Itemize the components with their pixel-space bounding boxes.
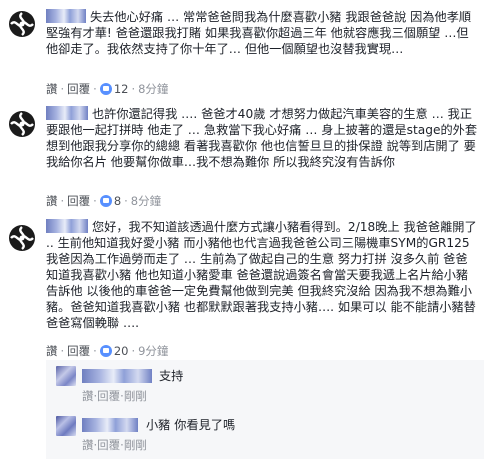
reply-thread: 支持 讚·回覆·剛剛 小豬 你看見了嗎 讚·回覆·剛剛 <box>46 360 484 459</box>
reply-avatar[interactable] <box>56 416 76 436</box>
reply-avatar[interactable] <box>56 366 76 386</box>
comment-body: 失去他心好痛 … 常常爸爸問我為什麼喜歡小豬 我跟爸爸說 因為他孝順堅強有才華!… <box>46 10 472 56</box>
avatar[interactable] <box>6 222 38 254</box>
like-link[interactable]: 讚 <box>82 389 94 403</box>
timestamp[interactable]: 8分鐘 <box>131 194 161 208</box>
comment-body: 也許你還記得我 …. 爸爸才40歲 才想努力做起汽車美容的生意 … 我正要跟他一… <box>46 107 478 169</box>
like-icon <box>99 195 112 207</box>
timestamp[interactable]: 剛剛 <box>124 438 147 452</box>
like-count[interactable]: 8 <box>114 194 121 208</box>
like-count[interactable]: 12 <box>114 82 129 96</box>
reply-text: 支持 <box>159 369 184 383</box>
like-link[interactable]: 讚 <box>46 194 58 208</box>
like-icon <box>99 83 112 95</box>
reply-text: 小豬 你看見了嗎 <box>146 418 236 432</box>
comment-text: 也許你還記得我 …. 爸爸才40歲 才想努力做起汽車美容的生意 … 我正要跟他一… <box>46 106 478 170</box>
like-link[interactable]: 讚 <box>46 344 58 358</box>
reply-actions: 讚·回覆·剛剛 <box>82 438 147 452</box>
like-count[interactable]: 20 <box>114 344 129 358</box>
swirl-logo-icon <box>6 222 38 254</box>
comment-actions: 讚 · 回覆 · 20 · 9分鐘 <box>46 344 169 358</box>
reply-author-name[interactable] <box>82 418 138 432</box>
reply-link[interactable]: 回覆 <box>67 344 90 358</box>
like-icon <box>99 345 112 357</box>
like-link[interactable]: 讚 <box>82 438 94 452</box>
comment-actions: 讚 · 回覆 · 12 · 8分鐘 <box>46 82 169 96</box>
reply-link[interactable]: 回覆 <box>97 438 120 452</box>
swirl-logo-icon <box>6 108 38 140</box>
reply-link[interactable]: 回覆 <box>67 82 90 96</box>
reply-author-name[interactable] <box>82 369 152 383</box>
reply-link[interactable]: 回覆 <box>67 194 90 208</box>
timestamp[interactable]: 剛剛 <box>124 389 147 403</box>
reply-actions: 讚·回覆·剛剛 <box>82 389 147 403</box>
avatar[interactable] <box>6 108 38 140</box>
reply-link[interactable]: 回覆 <box>97 389 120 403</box>
commenter-name[interactable] <box>46 106 88 120</box>
commenter-name[interactable] <box>46 219 88 233</box>
like-link[interactable]: 讚 <box>46 82 58 96</box>
comment-body: 您好，我不知道該透過什麼方式讓小豬看得到。2/18晚上 我爸爸離開了 .. 生前… <box>46 220 477 330</box>
comment-text: 您好，我不知道該透過什麼方式讓小豬看得到。2/18晚上 我爸爸離開了 .. 生前… <box>46 219 478 331</box>
comment-text: 失去他心好痛 … 常常爸爸問我為什麼喜歡小豬 我跟爸爸說 因為他孝順堅強有才華!… <box>46 9 478 57</box>
avatar[interactable] <box>6 8 38 40</box>
timestamp[interactable]: 9分鐘 <box>138 344 168 358</box>
comment: 也許你還記得我 …. 爸爸才40歲 才想努力做起汽車美容的生意 … 我正要跟他一… <box>0 100 484 212</box>
comment-actions: 讚 · 回覆 · 8 · 8分鐘 <box>46 194 162 208</box>
comment: 您好，我不知道該透過什麼方式讓小豬看得到。2/18晚上 我爸爸離開了 .. 生前… <box>0 212 484 459</box>
comment: 失去他心好痛 … 常常爸爸問我為什麼喜歡小豬 我跟爸爸說 因為他孝順堅強有才華!… <box>0 0 484 100</box>
swirl-logo-icon <box>6 8 38 40</box>
commenter-name[interactable] <box>46 9 86 23</box>
timestamp[interactable]: 8分鐘 <box>138 82 168 96</box>
